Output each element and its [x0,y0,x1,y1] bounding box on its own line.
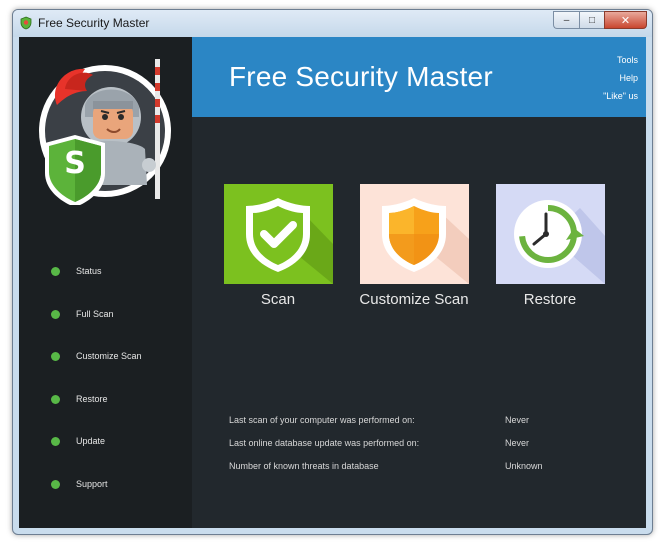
page-title: Free Security Master [229,61,493,92]
sidebar-item-full-scan[interactable]: Full Scan [19,302,192,326]
shield-check-icon [246,198,333,284]
app-shield-icon [20,16,32,30]
minimize-button[interactable]: – [553,11,579,29]
sidebar-item-support[interactable]: Support [19,472,192,496]
sidebar-item-restore[interactable]: Restore [19,387,192,411]
restore-tile-label: Restore [523,291,577,308]
sidebar-item-label: Status [76,266,102,276]
info-row: Number of known threats in database Unkn… [229,461,629,477]
like-us-link[interactable]: "Like" us [603,89,638,107]
sidebar-item-label: Support [76,479,108,489]
status-dot-icon [51,351,60,361]
sidebar-item-label: Update [76,436,106,446]
restore-tile[interactable] [496,184,605,284]
header-banner: Free Security Master Tools Help "Like" u… [192,37,646,117]
main-panel: Free Security Master Tools Help "Like" u… [192,37,646,528]
maximize-button[interactable]: □ [579,11,604,29]
caption-buttons: – □ ✕ [553,11,647,29]
help-link[interactable]: Help [603,71,638,89]
sidebar-item-label: Restore [76,394,108,404]
status-dot-icon [51,479,60,489]
last-scan-value: Never [505,415,530,425]
app-window: Free Security Master – □ ✕ S Status Full… [12,9,653,535]
info-row: Last online database update was performe… [229,438,629,454]
last-scan-label: Last scan of your computer was performed… [229,415,415,425]
status-dot-icon [51,436,60,446]
scan-tile[interactable] [224,184,333,284]
known-threats-label: Number of known threats in database [229,461,379,471]
status-dot-icon [51,266,60,276]
tools-link[interactable]: Tools [603,53,638,71]
sidebar-item-label: Full Scan [76,309,114,319]
status-dot-icon [51,394,60,404]
shield-badge-letter: S [64,145,86,181]
sidebar: S Status Full Scan Customize Scan Restor… [19,37,192,528]
sidebar-item-update[interactable]: Update [19,429,192,453]
client-area: S Status Full Scan Customize Scan Restor… [19,37,646,528]
info-row: Last scan of your computer was performed… [229,415,629,431]
known-threats-value: Unknown [505,461,543,471]
clock-restore-icon [514,200,605,284]
shield-orange-icon [382,198,469,284]
last-update-label: Last online database update was performe… [229,438,420,448]
sidebar-item-status[interactable]: Status [19,259,192,283]
sidebar-item-label: Customize Scan [76,351,142,361]
close-button[interactable]: ✕ [604,11,647,29]
last-update-value: Never [505,438,530,448]
status-dot-icon [51,309,60,319]
top-links: Tools Help "Like" us [603,53,638,107]
window-title: Free Security Master [38,16,150,30]
customize-scan-tile[interactable] [360,184,469,284]
title-bar[interactable]: Free Security Master – □ ✕ [13,10,652,37]
sidebar-item-customize-scan[interactable]: Customize Scan [19,344,192,368]
